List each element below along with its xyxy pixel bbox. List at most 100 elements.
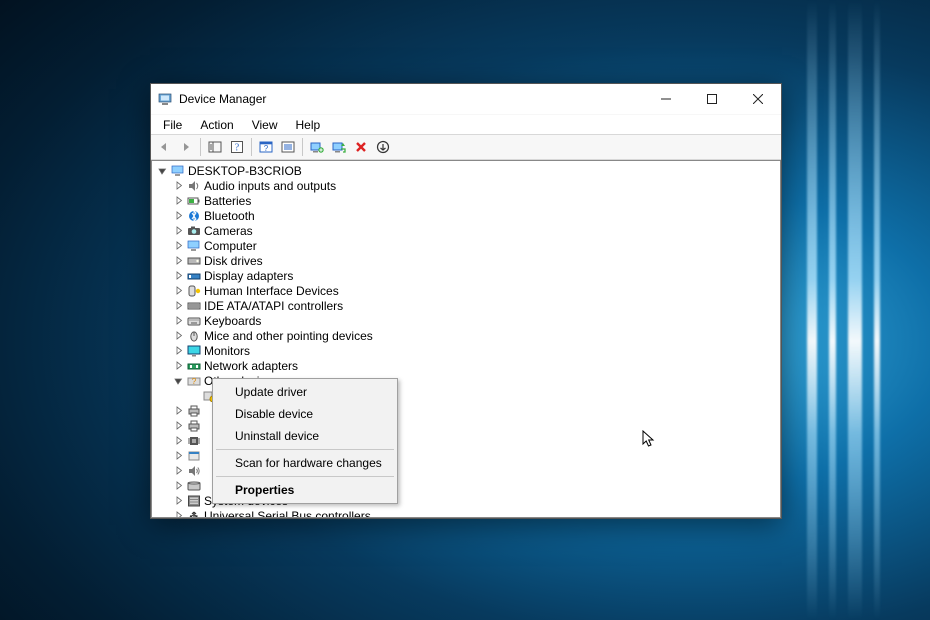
ctx-disable-device[interactable]: Disable device (215, 403, 395, 425)
tree-item[interactable]: Keyboards (152, 313, 780, 328)
minimize-button[interactable] (643, 84, 689, 114)
list-icon[interactable] (277, 136, 299, 158)
properties-window-icon[interactable]: ? (255, 136, 277, 158)
expand-icon[interactable] (172, 195, 184, 207)
tree-item[interactable]: Audio inputs and outputs (152, 178, 780, 193)
expand-icon[interactable] (172, 270, 184, 282)
tree-item[interactable]: IDE ATA/ATAPI controllers (152, 298, 780, 313)
tree-item[interactable]: Bluetooth (152, 208, 780, 223)
storage-icon (186, 479, 202, 493)
context-menu-separator (216, 476, 394, 477)
computer-icon (170, 164, 186, 178)
svg-text:?: ? (192, 377, 197, 386)
window-controls (643, 84, 781, 114)
help-topics-icon[interactable]: ? (226, 136, 248, 158)
tree-item-label: Audio inputs and outputs (204, 179, 336, 193)
tree-item[interactable]: Disk drives (152, 253, 780, 268)
expand-icon[interactable] (172, 495, 184, 507)
menu-file[interactable]: File (155, 117, 190, 133)
expand-icon[interactable] (172, 480, 184, 492)
expand-icon[interactable] (172, 300, 184, 312)
tree-item[interactable]: Display adapters (152, 268, 780, 283)
expand-icon[interactable] (172, 360, 184, 372)
expand-icon[interactable] (172, 405, 184, 417)
tree-item-label: Human Interface Devices (204, 284, 339, 298)
context-menu: Update driverDisable deviceUninstall dev… (212, 378, 398, 504)
maximize-button[interactable] (689, 84, 735, 114)
tree-item-label: Mice and other pointing devices (204, 329, 373, 343)
expand-icon[interactable] (172, 420, 184, 432)
printer-icon (186, 419, 202, 433)
tree-item-label: Keyboards (204, 314, 261, 328)
display-adapter-icon (186, 269, 202, 283)
tree-item-label: Display adapters (204, 269, 293, 283)
menu-view[interactable]: View (244, 117, 286, 133)
expand-icon[interactable] (172, 210, 184, 222)
ctx-scan-hardware[interactable]: Scan for hardware changes (215, 452, 395, 474)
printer-icon (186, 404, 202, 418)
processor-icon (186, 434, 202, 448)
expand-icon[interactable] (172, 330, 184, 342)
tree-item-label: Computer (204, 239, 257, 253)
app-icon (157, 91, 173, 107)
audio-icon (186, 179, 202, 193)
show-hide-tree-icon[interactable] (204, 136, 226, 158)
ctx-update-driver[interactable]: Update driver (215, 381, 395, 403)
ctx-properties[interactable]: Properties (215, 479, 395, 501)
tree-item[interactable]: Computer (152, 238, 780, 253)
tree-item[interactable]: Mice and other pointing devices (152, 328, 780, 343)
tree-item[interactable]: Cameras (152, 223, 780, 238)
toolbar-separator (302, 138, 303, 156)
expand-icon[interactable] (172, 345, 184, 357)
tree-item-label: Network adapters (204, 359, 298, 373)
expand-icon[interactable] (172, 450, 184, 462)
desktop-light-bars (807, 0, 880, 620)
menu-help[interactable]: Help (288, 117, 329, 133)
scan-hardware-icon[interactable] (328, 136, 350, 158)
ctx-uninstall-device[interactable]: Uninstall device (215, 425, 395, 447)
add-legacy-hardware-icon[interactable] (372, 136, 394, 158)
expand-icon[interactable] (172, 225, 184, 237)
battery-icon (186, 194, 202, 208)
tree-item[interactable]: Monitors (152, 343, 780, 358)
menu-action[interactable]: Action (192, 117, 241, 133)
expand-icon[interactable] (172, 180, 184, 192)
toolbar-separator (200, 138, 201, 156)
tree-item[interactable]: Universal Serial Bus controllers (152, 508, 780, 518)
expander-none (188, 390, 200, 402)
tree-item-label: Monitors (204, 344, 250, 358)
keyboard-icon (186, 314, 202, 328)
other-icon: ? (186, 374, 202, 388)
expand-icon[interactable] (172, 255, 184, 267)
back-icon (153, 136, 175, 158)
tree-item[interactable]: Human Interface Devices (152, 283, 780, 298)
mouse-icon (186, 329, 202, 343)
collapse-icon[interactable] (172, 375, 184, 387)
close-button[interactable] (735, 84, 781, 114)
uninstall-device-icon[interactable] (350, 136, 372, 158)
network-icon (186, 359, 202, 373)
forward-icon (175, 136, 197, 158)
toolbar-separator (251, 138, 252, 156)
mouse-cursor-icon (642, 430, 656, 450)
titlebar[interactable]: Device Manager (151, 84, 781, 114)
expand-icon[interactable] (172, 240, 184, 252)
tree-item[interactable]: Network adapters (152, 358, 780, 373)
toolbar: ?? (151, 134, 781, 160)
expand-icon[interactable] (172, 435, 184, 447)
disk-icon (186, 254, 202, 268)
tree-item[interactable]: Batteries (152, 193, 780, 208)
collapse-icon[interactable] (156, 165, 168, 177)
expand-icon[interactable] (172, 315, 184, 327)
update-driver-icon[interactable] (306, 136, 328, 158)
bluetooth-icon (186, 209, 202, 223)
camera-icon (186, 224, 202, 238)
tree-item-label: Cameras (204, 224, 253, 238)
tree-item-label: Batteries (204, 194, 251, 208)
sound-icon (186, 464, 202, 478)
expand-icon[interactable] (172, 510, 184, 519)
ide-icon (186, 299, 202, 313)
expand-icon[interactable] (172, 285, 184, 297)
tree-root[interactable]: DESKTOP-B3CRIOB (152, 163, 780, 178)
expand-icon[interactable] (172, 465, 184, 477)
